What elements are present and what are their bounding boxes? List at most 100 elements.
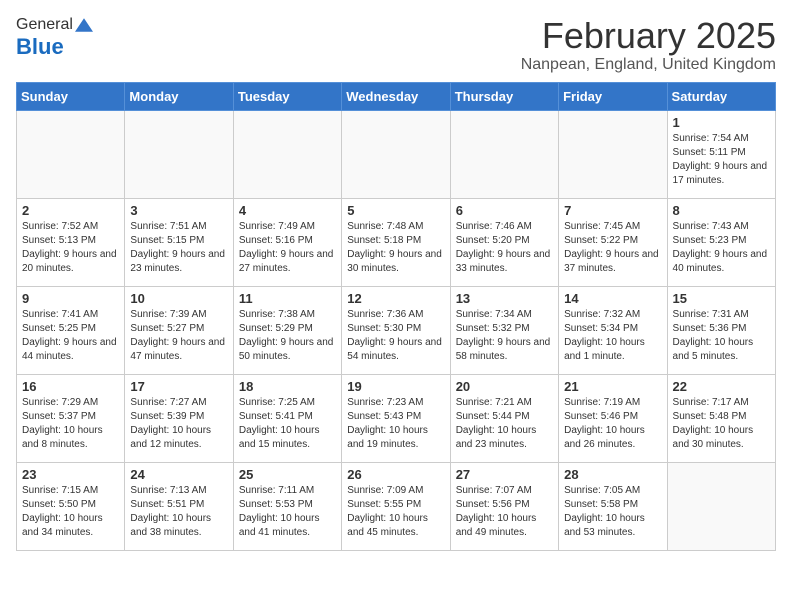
calendar-cell: 1 Sunrise: 7:54 AM Sunset: 5:11 PM Daylig…: [667, 110, 775, 198]
day-number: 11: [239, 291, 336, 306]
calendar-cell: [233, 110, 341, 198]
location-subtitle: Nanpean, England, United Kingdom: [521, 56, 776, 74]
day-info: Sunrise: 7:19 AM Sunset: 5:46 PM Dayligh…: [564, 396, 661, 452]
calendar-cell: 22Sunrise: 7:17 AM Sunset: 5:48 PM Dayli…: [667, 374, 775, 462]
calendar-header-row: SundayMondayTuesdayWednesdayThursdayFrid…: [17, 82, 776, 110]
calendar-cell: 11 Sunrise: 7:38 AM Sunset: 5:29 PM Dayli…: [233, 286, 341, 374]
calendar-cell: 24 Sunrise: 7:13 AM Sunset: 5:51 PM Dayli…: [125, 462, 233, 550]
day-info: Sunrise: 7:36 AM Sunset: 5:30 PM Dayligh…: [347, 308, 444, 364]
day-info: Sunrise: 7:38 AM Sunset: 5:29 PM Dayligh…: [239, 308, 336, 364]
calendar-cell: 20 Sunrise: 7:21 AM Sunset: 5:44 PM Dayli…: [450, 374, 558, 462]
day-number: 1: [673, 115, 770, 130]
day-number: 24: [130, 467, 227, 482]
day-info: Sunrise: 7:49 AM Sunset: 5:16 PM Dayligh…: [239, 220, 336, 276]
calendar-cell: [17, 110, 125, 198]
calendar-cell: [125, 110, 233, 198]
calendar-week-row: 2Sunrise: 7:52 AM Sunset: 5:13 PM Daylig…: [17, 198, 776, 286]
calendar-table: SundayMondayTuesdayWednesdayThursdayFrid…: [16, 82, 776, 551]
day-info: Sunrise: 7:29 AM Sunset: 5:37 PM Dayligh…: [22, 396, 119, 452]
logo-icon: [75, 18, 93, 32]
day-info: Sunrise: 7:32 AM Sunset: 5:34 PM Dayligh…: [564, 308, 661, 364]
day-number: 2: [22, 203, 119, 218]
day-info: Sunrise: 7:31 AM Sunset: 5:36 PM Dayligh…: [673, 308, 770, 364]
calendar-week-row: 9 Sunrise: 7:41 AM Sunset: 5:25 PM Daylig…: [17, 286, 776, 374]
calendar-cell: 10 Sunrise: 7:39 AM Sunset: 5:27 PM Dayli…: [125, 286, 233, 374]
day-number: 8: [673, 203, 770, 218]
day-number: 7: [564, 203, 661, 218]
calendar-cell: 25 Sunrise: 7:11 AM Sunset: 5:53 PM Dayli…: [233, 462, 341, 550]
calendar-cell: 14 Sunrise: 7:32 AM Sunset: 5:34 PM Dayli…: [559, 286, 667, 374]
day-info: Sunrise: 7:21 AM Sunset: 5:44 PM Dayligh…: [456, 396, 553, 452]
calendar-cell: 19Sunrise: 7:23 AM Sunset: 5:43 PM Dayli…: [342, 374, 450, 462]
day-number: 18: [239, 379, 336, 394]
calendar-cell: 18 Sunrise: 7:25 AM Sunset: 5:41 PM Dayli…: [233, 374, 341, 462]
calendar-cell: 4 Sunrise: 7:49 AM Sunset: 5:16 PM Daylig…: [233, 198, 341, 286]
calendar-cell: 26 Sunrise: 7:09 AM Sunset: 5:55 PM Dayli…: [342, 462, 450, 550]
day-info: Sunrise: 7:41 AM Sunset: 5:25 PM Dayligh…: [22, 308, 119, 364]
day-number: 12: [347, 291, 444, 306]
day-info: Sunrise: 7:54 AM Sunset: 5:11 PM Dayligh…: [673, 132, 770, 188]
logo: General Blue: [16, 16, 93, 60]
day-info: Sunrise: 7:17 AM Sunset: 5:48 PM Dayligh…: [673, 396, 770, 452]
calendar-cell: [342, 110, 450, 198]
day-number: 20: [456, 379, 553, 394]
day-info: Sunrise: 7:46 AM Sunset: 5:20 PM Dayligh…: [456, 220, 553, 276]
day-info: Sunrise: 7:25 AM Sunset: 5:41 PM Dayligh…: [239, 396, 336, 452]
day-info: Sunrise: 7:39 AM Sunset: 5:27 PM Dayligh…: [130, 308, 227, 364]
day-info: Sunrise: 7:23 AM Sunset: 5:43 PM Dayligh…: [347, 396, 444, 452]
day-info: Sunrise: 7:51 AM Sunset: 5:15 PM Dayligh…: [130, 220, 227, 276]
day-number: 6: [456, 203, 553, 218]
calendar-cell: [559, 110, 667, 198]
calendar-cell: 9 Sunrise: 7:41 AM Sunset: 5:25 PM Daylig…: [17, 286, 125, 374]
day-info: Sunrise: 7:27 AM Sunset: 5:39 PM Dayligh…: [130, 396, 227, 452]
calendar-cell: 17Sunrise: 7:27 AM Sunset: 5:39 PM Dayli…: [125, 374, 233, 462]
calendar-week-row: 1 Sunrise: 7:54 AM Sunset: 5:11 PM Daylig…: [17, 110, 776, 198]
day-number: 5: [347, 203, 444, 218]
calendar-cell: 7 Sunrise: 7:45 AM Sunset: 5:22 PM Daylig…: [559, 198, 667, 286]
calendar-cell: 15 Sunrise: 7:31 AM Sunset: 5:36 PM Dayli…: [667, 286, 775, 374]
calendar-week-row: 23 Sunrise: 7:15 AM Sunset: 5:50 PM Dayli…: [17, 462, 776, 550]
day-info: Sunrise: 7:48 AM Sunset: 5:18 PM Dayligh…: [347, 220, 444, 276]
day-number: 25: [239, 467, 336, 482]
calendar-cell: 28 Sunrise: 7:05 AM Sunset: 5:58 PM Dayli…: [559, 462, 667, 550]
day-number: 23: [22, 467, 119, 482]
day-info: Sunrise: 7:34 AM Sunset: 5:32 PM Dayligh…: [456, 308, 553, 364]
day-info: Sunrise: 7:07 AM Sunset: 5:56 PM Dayligh…: [456, 484, 553, 540]
calendar-day-header: Tuesday: [233, 82, 341, 110]
day-info: Sunrise: 7:09 AM Sunset: 5:55 PM Dayligh…: [347, 484, 444, 540]
day-number: 15: [673, 291, 770, 306]
header: General Blue February 2025 Nanpean, Engl…: [16, 16, 776, 74]
day-info: Sunrise: 7:45 AM Sunset: 5:22 PM Dayligh…: [564, 220, 661, 276]
day-number: 4: [239, 203, 336, 218]
day-number: 26: [347, 467, 444, 482]
day-number: 16: [22, 379, 119, 394]
day-number: 28: [564, 467, 661, 482]
calendar-week-row: 16 Sunrise: 7:29 AM Sunset: 5:37 PM Dayli…: [17, 374, 776, 462]
title-area: February 2025 Nanpean, England, United K…: [521, 16, 776, 74]
day-info: Sunrise: 7:05 AM Sunset: 5:58 PM Dayligh…: [564, 484, 661, 540]
calendar-cell: 5 Sunrise: 7:48 AM Sunset: 5:18 PM Daylig…: [342, 198, 450, 286]
calendar-cell: 27 Sunrise: 7:07 AM Sunset: 5:56 PM Dayli…: [450, 462, 558, 550]
calendar-cell: 23 Sunrise: 7:15 AM Sunset: 5:50 PM Dayli…: [17, 462, 125, 550]
calendar-cell: 16 Sunrise: 7:29 AM Sunset: 5:37 PM Dayli…: [17, 374, 125, 462]
calendar-cell: 12 Sunrise: 7:36 AM Sunset: 5:30 PM Dayli…: [342, 286, 450, 374]
calendar-day-header: Wednesday: [342, 82, 450, 110]
calendar-cell: 13 Sunrise: 7:34 AM Sunset: 5:32 PM Dayli…: [450, 286, 558, 374]
day-number: 3: [130, 203, 227, 218]
day-info: Sunrise: 7:15 AM Sunset: 5:50 PM Dayligh…: [22, 484, 119, 540]
calendar-cell: 6 Sunrise: 7:46 AM Sunset: 5:20 PM Daylig…: [450, 198, 558, 286]
calendar-day-header: Saturday: [667, 82, 775, 110]
day-info: Sunrise: 7:11 AM Sunset: 5:53 PM Dayligh…: [239, 484, 336, 540]
day-number: 27: [456, 467, 553, 482]
calendar-cell: [450, 110, 558, 198]
day-info: Sunrise: 7:43 AM Sunset: 5:23 PM Dayligh…: [673, 220, 770, 276]
day-number: 21: [564, 379, 661, 394]
calendar-cell: [667, 462, 775, 550]
month-title: February 2025: [521, 16, 776, 56]
day-number: 9: [22, 291, 119, 306]
day-number: 13: [456, 291, 553, 306]
day-number: 14: [564, 291, 661, 306]
day-info: Sunrise: 7:13 AM Sunset: 5:51 PM Dayligh…: [130, 484, 227, 540]
calendar-cell: 3 Sunrise: 7:51 AM Sunset: 5:15 PM Daylig…: [125, 198, 233, 286]
day-number: 10: [130, 291, 227, 306]
